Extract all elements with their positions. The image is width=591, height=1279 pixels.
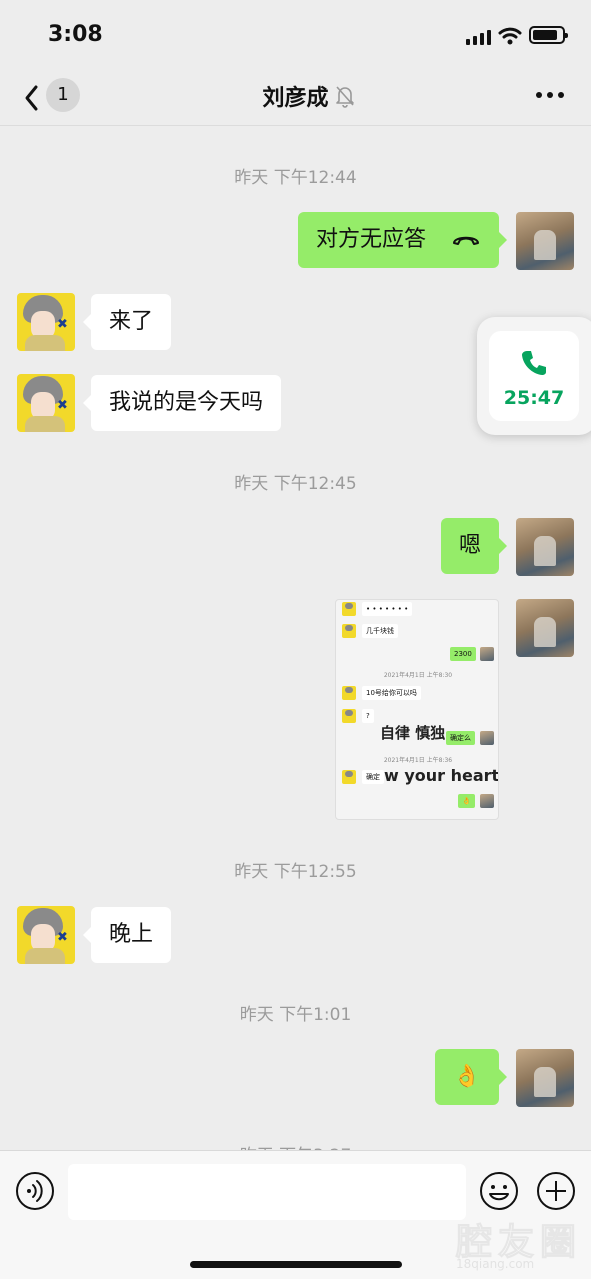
more-options-icon[interactable]	[536, 92, 564, 98]
screenshot-message: 确定么	[446, 731, 475, 745]
call-duration: 25:47	[503, 387, 565, 409]
screenshot-message: • • • • • • •	[362, 602, 413, 616]
screenshot-message: 10号给你可以吗	[362, 686, 421, 700]
chat-title: 刘彦成	[262, 86, 329, 111]
screenshot-avatar	[480, 647, 494, 661]
screenshot-overlay-text: 自律 慎独	[380, 724, 446, 742]
call-no-answer-bubble[interactable]: 对方无应答	[297, 212, 508, 268]
screenshot-avatar	[342, 709, 356, 723]
screenshot-message: ?	[362, 709, 374, 723]
message-text: 晚上	[109, 922, 154, 947]
status-time: 3:08	[48, 22, 103, 47]
screenshot-avatar	[480, 731, 494, 745]
outgoing-message[interactable]: 嗯	[440, 518, 508, 574]
screenshot-timestamp: 2021年4月1日 上午8:30	[383, 672, 453, 679]
contact-avatar[interactable]: ✖	[17, 293, 75, 351]
cellular-signal-icon	[466, 30, 491, 45]
ok-hand-emoji: 👌	[453, 1064, 481, 1089]
plus-icon[interactable]	[536, 1171, 576, 1211]
message-text: 我说的是今天吗	[109, 390, 264, 415]
timestamp: 昨天 下午12:55	[234, 862, 357, 882]
message-text: 对方无应答	[315, 227, 426, 252]
screenshot-message: 👌	[458, 794, 475, 808]
self-avatar[interactable]	[516, 212, 574, 270]
wifi-icon	[498, 27, 522, 45]
self-avatar[interactable]	[516, 599, 574, 657]
screenshot-avatar	[342, 770, 356, 784]
self-avatar[interactable]	[516, 1049, 574, 1107]
mute-bell-icon	[336, 86, 354, 108]
contact-avatar[interactable]: ✖	[17, 906, 75, 964]
incoming-message[interactable]: 晚上	[82, 907, 172, 963]
timestamp: 昨天 下午12:44	[234, 168, 357, 188]
message-text: 来了	[109, 309, 154, 334]
emoji-message[interactable]: 👌	[435, 1049, 507, 1105]
input-bar: 腔友圈 18qiang.com	[0, 1150, 591, 1279]
screenshot-avatar	[342, 602, 356, 616]
screenshot-timestamp: 2021年4月1日 上午8:36	[383, 757, 453, 764]
emoji-icon[interactable]	[479, 1171, 519, 1211]
message-text: 嗯	[458, 533, 481, 558]
timestamp: 昨天 下午1:01	[239, 1005, 352, 1025]
message-input[interactable]	[68, 1164, 466, 1220]
status-bar: 3:08	[0, 0, 591, 70]
contact-avatar[interactable]: ✖	[17, 374, 75, 432]
watermark-logo: 腔友圈 18qiang.com	[455, 1222, 583, 1272]
screenshot-avatar	[342, 686, 356, 700]
floating-call-window[interactable]: 25:47	[477, 317, 591, 435]
screenshot-message: 几千块钱	[362, 624, 398, 638]
screenshot-avatar	[342, 624, 356, 638]
chat-header: 1 刘彦成	[0, 70, 591, 126]
voice-input-icon[interactable]	[15, 1171, 55, 1211]
screenshot-avatar	[480, 794, 494, 808]
self-avatar[interactable]	[516, 518, 574, 576]
image-message[interactable]: • • • • • • • 几千块钱 2300 2021年4月1日 上午8:30…	[335, 599, 499, 820]
phone-hangup-icon	[453, 236, 479, 245]
screenshot-message: 2300	[450, 647, 476, 661]
incoming-message[interactable]: 来了	[82, 294, 172, 350]
screenshot-message: 确定	[362, 770, 384, 784]
incoming-message[interactable]: 我说的是今天吗	[82, 375, 282, 431]
timestamp: 昨天 下午12:45	[234, 474, 357, 494]
battery-icon	[529, 26, 568, 44]
phone-call-icon	[522, 351, 546, 375]
home-indicator[interactable]	[190, 1261, 402, 1268]
screenshot-overlay-text: w your heart	[384, 766, 499, 785]
